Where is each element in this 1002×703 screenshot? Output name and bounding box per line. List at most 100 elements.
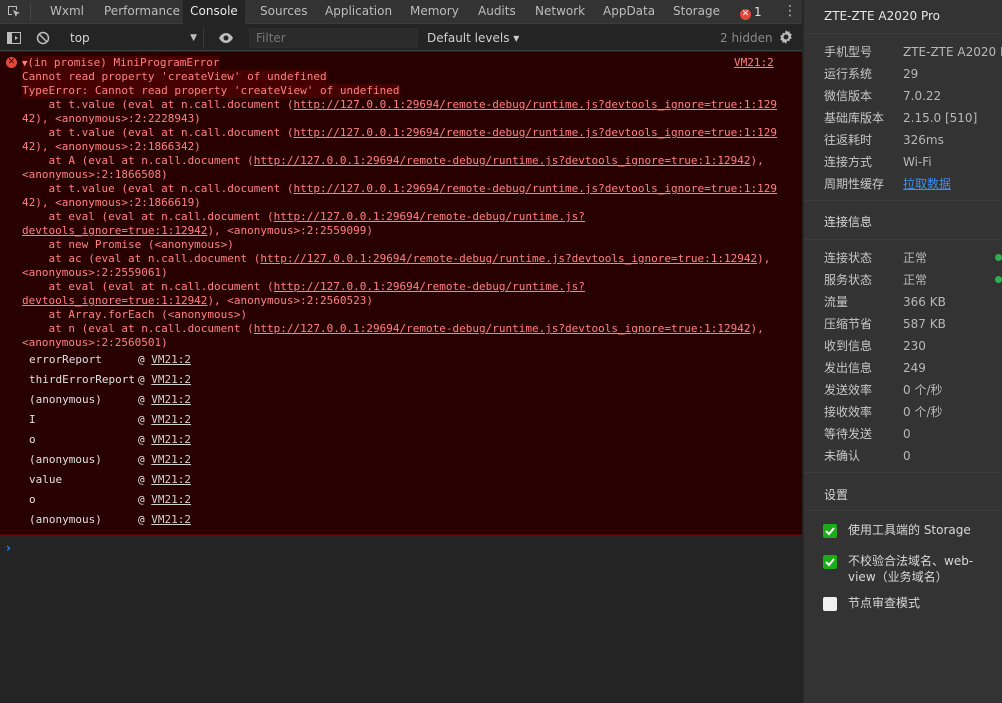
trace-source-link[interactable]: http://127.0.0.1:29694/remote-debug/runt…	[274, 280, 585, 293]
gear-icon[interactable]	[778, 29, 794, 45]
setting-checkbox[interactable]	[823, 597, 837, 611]
tab-performance[interactable]: Performance	[104, 0, 180, 24]
call-stack-link[interactable]: VM21:2	[151, 353, 191, 366]
more-options-icon[interactable]: ⋮	[783, 3, 797, 21]
tab-console[interactable]: Console	[183, 0, 245, 24]
console-prompt[interactable]: ›	[6, 541, 11, 555]
stack-trace-line: at t.value (eval at n.call.document (htt…	[22, 98, 777, 112]
console-toolbar: top ▼ Default levels ▾ 2 hidden	[0, 25, 802, 51]
log-levels-dropdown[interactable]: Default levels ▾	[427, 28, 519, 48]
trace-text: at A (eval at n.call.document (	[22, 154, 254, 167]
divider	[804, 239, 1002, 240]
trace-source-link[interactable]: devtools_ignore=true:1:12942	[22, 294, 207, 307]
stack-trace-line: 42), <anonymous>:2:1866619)	[22, 196, 201, 210]
connection-info-row: 连接状态 正常	[824, 248, 1002, 268]
connection-info-row-key: 收到信息	[824, 339, 873, 353]
trace-source-link[interactable]: http://127.0.0.1:29694/remote-debug/runt…	[254, 322, 751, 335]
call-stack-link[interactable]: VM21:2	[151, 373, 191, 386]
setting-checkbox[interactable]	[823, 524, 837, 538]
call-stack-location: @ VM21:2	[138, 510, 191, 530]
at-symbol: @	[138, 493, 152, 506]
call-stack-link[interactable]: VM21:2	[151, 393, 191, 406]
call-stack-link[interactable]: VM21:2	[151, 433, 191, 446]
connection-info-row-value: 0	[903, 427, 911, 441]
error-source-link[interactable]: VM21:2	[734, 56, 774, 69]
trace-source-link[interactable]: devtools_ignore=true:1:12942	[22, 224, 207, 237]
call-stack-function: o	[29, 433, 36, 446]
stack-trace-line: at new Promise (<anonymous>)	[22, 238, 233, 252]
setting-label: 不校验合法域名、web-view（业务域名）	[848, 554, 974, 584]
tab-sources[interactable]: Sources	[260, 0, 307, 24]
stack-trace-line: at Array.forEach (<anonymous>)	[22, 308, 247, 322]
trace-text: at eval (eval at n.call.document (	[22, 210, 274, 223]
connection-info-row-value: 366 KB	[903, 295, 946, 309]
stack-trace-line: 42), <anonymous>:2:1866342)	[22, 140, 201, 154]
call-stack-function: (anonymous)	[29, 513, 102, 526]
connection-info-row-key: 接收效率	[824, 405, 873, 419]
call-stack-link[interactable]: VM21:2	[151, 493, 191, 506]
device-info-row-key: 基础库版本	[824, 111, 885, 125]
error-message-line: Cannot read property 'createView' of und…	[22, 70, 327, 84]
error-count-badge[interactable]: ✕ 1	[740, 5, 762, 20]
device-name: ZTE-ZTE A2020 Pro	[824, 9, 941, 23]
at-symbol: @	[138, 373, 152, 386]
setting-checkbox[interactable]	[823, 555, 837, 569]
call-stack-location: @ VM21:2	[138, 350, 191, 370]
call-stack-link[interactable]: VM21:2	[151, 413, 191, 426]
at-symbol: @	[138, 353, 152, 366]
error-header[interactable]: ▼(in promise) MiniProgramError	[22, 56, 220, 70]
call-stack-function: thirdErrorReport	[29, 373, 135, 386]
device-info-row-value: 29	[903, 67, 919, 81]
call-stack-link[interactable]: VM21:2	[151, 513, 191, 526]
trace-source-link[interactable]: http://127.0.0.1:29694/remote-debug/runt…	[254, 154, 751, 167]
eye-icon[interactable]	[218, 30, 234, 46]
call-stack-link[interactable]: VM21:2	[151, 473, 191, 486]
tab-application[interactable]: Application	[325, 0, 392, 24]
device-info-sidebar: ZTE-ZTE A2020 Pro 手机型号 ZTE-ZTE A2020 Proa…	[803, 0, 1002, 703]
trace-text: <anonymous>:2:2560501)	[22, 336, 168, 349]
connection-info-row-key: 压缩节省	[824, 317, 873, 331]
trace-text: at Array.forEach (<anonymous>)	[22, 308, 248, 321]
connection-info-row: 未确认 0	[824, 446, 1002, 466]
tab-memory[interactable]: Memory	[410, 0, 459, 24]
error-icon: ✕	[740, 9, 751, 20]
at-symbol: @	[138, 393, 152, 406]
filter-input[interactable]	[249, 28, 418, 48]
trace-source-link[interactable]: http://127.0.0.1:29694/remote-debug/runt…	[294, 98, 777, 111]
tab-appdata[interactable]: AppData	[603, 0, 655, 24]
connection-status-dot	[995, 254, 1002, 261]
device-info-row-key: 连接方式	[824, 155, 873, 169]
chevron-down-icon: ▼	[190, 33, 197, 43]
trace-source-link[interactable]: http://127.0.0.1:29694/remote-debug/runt…	[294, 126, 777, 139]
trace-source-link[interactable]: http://127.0.0.1:29694/remote-debug/runt…	[294, 182, 777, 195]
connection-info-row-value: 0 个/秒	[903, 383, 943, 397]
context-select[interactable]: top ▼	[62, 28, 204, 48]
clear-console-icon[interactable]	[35, 30, 51, 46]
tab-network[interactable]: Network	[535, 0, 585, 24]
device-info-row: 微信版本 7.0.22	[824, 86, 1002, 106]
tab-storage[interactable]: Storage	[673, 0, 720, 24]
pull-data-link[interactable]: 拉取数据	[903, 174, 1002, 194]
connection-info-row: 服务状态 正常	[824, 270, 1002, 290]
connection-info-row-value: 正常	[903, 251, 928, 265]
trace-text: at t.value (eval at n.call.document (	[22, 98, 294, 111]
inspect-element-icon[interactable]	[6, 4, 22, 20]
call-stack-link[interactable]: VM21:2	[151, 453, 191, 466]
stack-trace-line: at eval (eval at n.call.document (http:/…	[22, 210, 585, 224]
device-info-row-key: 手机型号	[824, 45, 873, 59]
trace-source-link[interactable]: http://127.0.0.1:29694/remote-debug/runt…	[260, 252, 757, 265]
trace-text: at t.value (eval at n.call.document (	[22, 182, 294, 195]
device-info-row: 连接方式 Wi-Fi	[824, 152, 1002, 172]
hidden-messages-count: 2 hidden	[720, 31, 773, 45]
call-stack-location: @ VM21:2	[138, 390, 191, 410]
trace-source-link[interactable]: http://127.0.0.1:29694/remote-debug/runt…	[274, 210, 585, 223]
connection-info-row: 接收效率 0 个/秒	[824, 402, 1002, 422]
call-stack-function: (anonymous)	[29, 453, 102, 466]
error-message: ✕ ▼(in promise) MiniProgramError VM21:2 …	[0, 52, 802, 535]
tab-wxml[interactable]: Wxml	[50, 0, 84, 24]
trace-text: ), <anonymous>:2:2560523)	[207, 294, 374, 307]
setting-label: 节点审查模式	[848, 596, 921, 610]
tab-audits[interactable]: Audits	[478, 0, 516, 24]
divider	[804, 200, 1002, 201]
sidebar-toggle-icon[interactable]	[6, 30, 22, 46]
